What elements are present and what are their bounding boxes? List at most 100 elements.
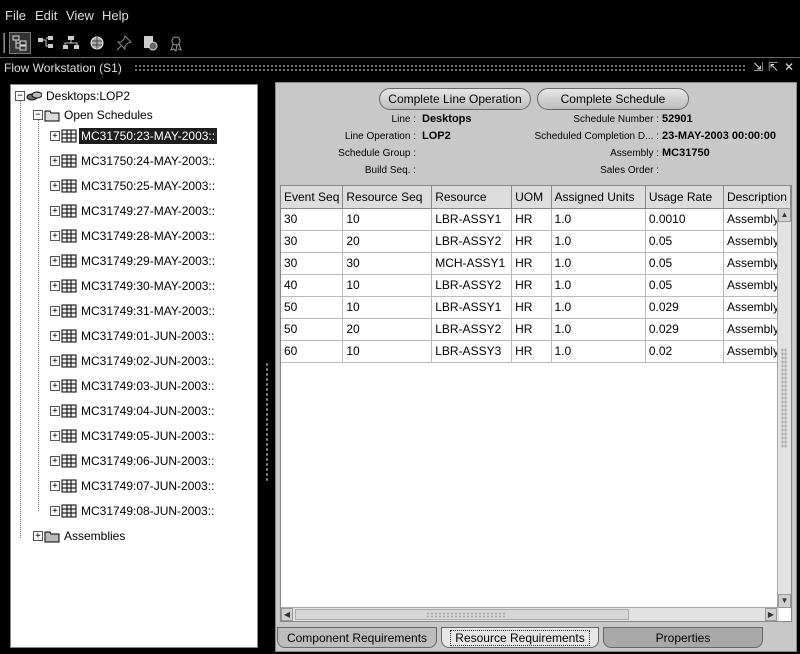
tree-node-schedule[interactable]: + MC31750:23-MAY-2003::	[50, 127, 218, 145]
table-cell[interactable]: HR	[511, 230, 552, 253]
table-cell[interactable]: 10	[342, 274, 433, 297]
table-cell[interactable]: 1.0	[551, 208, 646, 231]
menu-edit[interactable]: Edit	[35, 8, 57, 23]
panel-splitter[interactable]	[265, 362, 269, 482]
tree-node-schedule[interactable]: + MC31750:25-MAY-2003::	[50, 177, 217, 195]
vertical-scrollbar[interactable]: ▲ ▼	[777, 208, 791, 608]
tree-node-schedule[interactable]: + MC31749:05-JUN-2003::	[50, 427, 216, 445]
table-row[interactable]: 30 30 MCH-ASSY1 HR 1.0 0.05 Assembly	[281, 252, 791, 275]
column-header[interactable]: Resource Seq	[342, 186, 433, 209]
expand-icon[interactable]: +	[50, 256, 60, 266]
tree-node-root[interactable]: − Desktops:LOP2	[15, 87, 132, 105]
table-cell[interactable]: HR	[511, 296, 552, 319]
expand-icon[interactable]: +	[50, 381, 60, 391]
hierarchy-button[interactable]	[35, 32, 57, 54]
globe-button[interactable]	[86, 32, 108, 54]
table-cell[interactable]: 10	[342, 340, 433, 363]
menu-file[interactable]: File	[5, 8, 26, 23]
table-cell[interactable]: HR	[511, 318, 552, 341]
tree-node-schedule[interactable]: + MC31749:07-JUN-2003::	[50, 477, 216, 495]
expand-icon[interactable]: +	[50, 181, 60, 191]
tree-node-assemblies[interactable]: + Assemblies	[33, 527, 127, 545]
table-row[interactable]: 40 10 LBR-ASSY2 HR 1.0 0.05 Assembly	[281, 274, 791, 297]
table-cell[interactable]: 20	[342, 318, 433, 341]
complete-line-operation-button[interactable]: Complete Line Operation	[379, 88, 531, 110]
table-cell[interactable]: 0.029	[645, 296, 724, 319]
expand-icon[interactable]: +	[50, 356, 60, 366]
table-cell[interactable]: MCH-ASSY1	[431, 252, 513, 275]
workstation-tree-button[interactable]	[9, 32, 31, 54]
tree-node-schedule[interactable]: + MC31749:04-JUN-2003::	[50, 402, 216, 420]
table-cell[interactable]: HR	[511, 252, 552, 275]
table-row[interactable]: 50 10 LBR-ASSY1 HR 1.0 0.029 Assembly	[281, 296, 791, 319]
table-cell[interactable]: 30	[281, 252, 344, 275]
table-cell[interactable]: 50	[281, 296, 344, 319]
tree-node-schedule[interactable]: + MC31749:08-JUN-2003::	[50, 502, 216, 520]
complete-schedule-button[interactable]: Complete Schedule	[537, 88, 689, 110]
table-cell[interactable]: 1.0	[551, 296, 646, 319]
tree-node-schedule[interactable]: + MC31750:24-MAY-2003::	[50, 152, 217, 170]
menu-help[interactable]: Help	[102, 8, 129, 23]
scrollbar-grip[interactable]	[781, 348, 787, 448]
column-header[interactable]: Description	[723, 186, 791, 209]
table-row[interactable]: 30 20 LBR-ASSY2 HR 1.0 0.05 Assembly	[281, 230, 791, 253]
table-cell[interactable]: 30	[342, 252, 433, 275]
org-chart-button[interactable]	[60, 32, 82, 54]
tab-resource-requirements[interactable]: Resource Requirements	[441, 627, 599, 648]
tab-properties[interactable]: Properties	[603, 627, 763, 648]
tree-node-schedule[interactable]: + MC31749:29-MAY-2003::	[50, 252, 217, 270]
table-cell[interactable]: 30	[281, 208, 344, 231]
table-cell[interactable]: 10	[342, 208, 433, 231]
menu-view[interactable]: View	[66, 8, 94, 23]
table-row[interactable]: 30 10 LBR-ASSY1 HR 1.0 0.0010 Assembly	[281, 208, 791, 231]
horizontal-scroll-thumb[interactable]	[295, 609, 629, 620]
expand-icon[interactable]: +	[50, 156, 60, 166]
table-cell[interactable]: LBR-ASSY3	[431, 340, 513, 363]
table-cell[interactable]: 1.0	[551, 230, 646, 253]
table-cell[interactable]: 1.0	[551, 318, 646, 341]
table-row[interactable]: 50 20 LBR-ASSY2 HR 1.0 0.029 Assembly	[281, 318, 791, 341]
table-cell[interactable]: 1.0	[551, 252, 646, 275]
tree-node-schedule[interactable]: + MC31749:01-JUN-2003::	[50, 327, 216, 345]
collapse-icon[interactable]: −	[33, 110, 43, 120]
expand-icon[interactable]: +	[33, 531, 43, 541]
expand-icon[interactable]: +	[50, 431, 60, 441]
table-cell[interactable]: 1.0	[551, 274, 646, 297]
expand-icon[interactable]: +	[50, 231, 60, 241]
expand-icon[interactable]: +	[50, 481, 60, 491]
expand-icon[interactable]: +	[50, 406, 60, 416]
table-cell[interactable]: 0.05	[645, 252, 724, 275]
restore-icon[interactable]: ⇱	[766, 60, 780, 75]
expand-icon[interactable]: +	[50, 506, 60, 516]
table-cell[interactable]: 20	[342, 230, 433, 253]
scroll-left-icon[interactable]: ◀	[281, 608, 293, 621]
table-row[interactable]: 60 10 LBR-ASSY3 HR 1.0 0.02 Assembly	[281, 340, 791, 363]
table-cell[interactable]: HR	[511, 274, 552, 297]
tab-component-requirements[interactable]: Component Requirements	[277, 627, 437, 648]
expand-icon[interactable]: +	[50, 131, 60, 141]
tree-node-schedule[interactable]: + MC31749:27-MAY-2003::	[50, 202, 217, 220]
table-cell[interactable]: HR	[511, 208, 552, 231]
window-titlebar[interactable]: Flow Workstation (S1) ⇲ ⇱ ✕	[0, 57, 800, 77]
table-cell[interactable]: 0.02	[645, 340, 724, 363]
table-cell[interactable]: 40	[281, 274, 344, 297]
column-header[interactable]: Usage Rate	[645, 186, 724, 209]
column-header[interactable]: UOM	[511, 186, 552, 209]
tree-node-schedule[interactable]: + MC31749:03-JUN-2003::	[50, 377, 216, 395]
pin-button[interactable]	[113, 32, 135, 54]
scroll-right-icon[interactable]: ▶	[765, 608, 777, 621]
minimize-icon[interactable]: ⇲	[751, 60, 765, 75]
table-cell[interactable]: LBR-ASSY1	[431, 208, 513, 231]
close-icon[interactable]: ✕	[782, 60, 796, 75]
table-cell[interactable]: 1.0	[551, 340, 646, 363]
tree-node-open-schedules[interactable]: − Open Schedules	[33, 106, 155, 124]
horizontal-scrollbar[interactable]: ◀ ▶	[281, 607, 779, 621]
table-cell[interactable]: 50	[281, 318, 344, 341]
tree-node-schedule[interactable]: + MC31749:31-MAY-2003::	[50, 302, 217, 320]
table-cell[interactable]: 0.05	[645, 230, 724, 253]
document-gear-button[interactable]	[139, 32, 161, 54]
tree-node-schedule[interactable]: + MC31749:02-JUN-2003::	[50, 352, 216, 370]
tree-node-schedule[interactable]: + MC31749:28-MAY-2003::	[50, 227, 217, 245]
table-cell[interactable]: HR	[511, 340, 552, 363]
expand-icon[interactable]: +	[50, 331, 60, 341]
